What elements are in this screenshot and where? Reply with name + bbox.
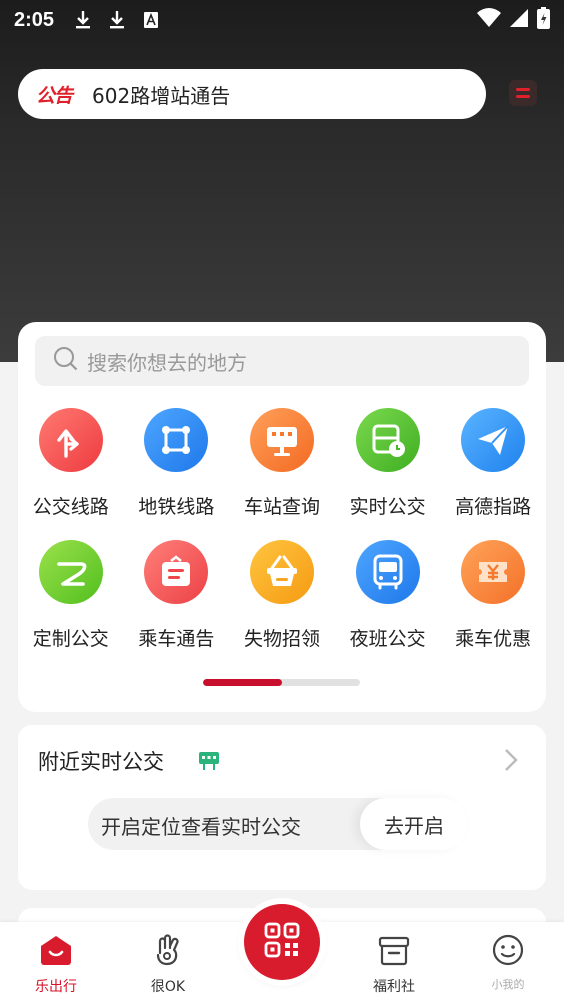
home-bag-icon [38, 932, 74, 968]
grid-label: 公交线路 [32, 496, 109, 518]
grid-item-station-query[interactable]: 车站查询 [229, 406, 335, 538]
service-grid: 公交线路 地铁线路 车站查询 实时公交 高德指路 定制公交 乘车通告 失物招领 … [18, 406, 546, 670]
grid-label: 定制公交 [32, 628, 109, 650]
notice-tag: 公告 [36, 84, 73, 107]
page-indicator-fill [203, 679, 282, 686]
page-indicator [203, 679, 360, 686]
grid-item-bus-route[interactable]: 公交线路 [18, 406, 124, 538]
grid-item-ride-discount[interactable]: 乘车优惠 [440, 538, 546, 670]
notice-text: 602路增站通告 [92, 83, 231, 108]
ok-hand-icon [150, 932, 186, 968]
tab-label: 小我的 [491, 978, 525, 991]
grid-item-ride-notice[interactable]: 乘车通告 [124, 538, 230, 670]
locate-prompt: 开启定位查看实时公交 去开启 [88, 798, 468, 850]
station-sign-icon [249, 408, 314, 472]
chevron-right-icon[interactable] [503, 747, 519, 777]
status-bar: 2:05 [0, 0, 564, 40]
smiley-face-icon [490, 932, 526, 968]
tab-ok[interactable]: 很OK [112, 922, 224, 1004]
search-input[interactable]: 搜索你想去的地方 [35, 336, 529, 386]
battery-icon [537, 7, 550, 33]
grid-label: 乘车通告 [138, 628, 215, 650]
grid-label: 乘车优惠 [455, 628, 532, 650]
tab-home[interactable]: 乐出行 [0, 922, 112, 1004]
grid-item-metro-route[interactable]: 地铁线路 [124, 406, 230, 538]
grid-item-amap-guide[interactable]: 高德指路 [440, 406, 546, 538]
font-icon [140, 9, 162, 31]
wifi-icon [477, 8, 501, 32]
coupon-icon [461, 540, 526, 604]
status-time: 2:05 [14, 8, 55, 31]
menu-icon[interactable] [509, 80, 537, 106]
download-icon [106, 9, 128, 31]
locate-prompt-text: 开启定位查看实时公交 [101, 815, 301, 839]
notice-board-icon [144, 540, 209, 604]
grid-item-custom-bus[interactable]: 定制公交 [18, 538, 124, 670]
grid-label: 实时公交 [349, 496, 426, 518]
gift-box-icon [376, 932, 412, 968]
qr-code-icon [263, 921, 301, 963]
grid-item-lost-found[interactable]: 失物招领 [229, 538, 335, 670]
services-card: 搜索你想去的地方 公交线路 地铁线路 车站查询 实时公交 高德指路 定制公交 乘… [18, 322, 546, 712]
bus-stop-sign-icon [198, 751, 220, 775]
nearby-realtime-card: 附近实时公交 开启定位查看实时公交 去开启 [18, 725, 546, 890]
search-icon [53, 346, 79, 376]
realtime-bus-icon [355, 408, 420, 472]
grid-label: 车站查询 [243, 496, 320, 518]
grid-label: 高德指路 [455, 496, 532, 518]
scan-qr-button[interactable] [244, 904, 320, 980]
paper-plane-icon [461, 408, 526, 472]
custom-bus-icon [38, 540, 103, 604]
hero-banner [0, 0, 564, 362]
grid-item-realtime-bus[interactable]: 实时公交 [335, 406, 441, 538]
nearby-title: 附近实时公交 [38, 750, 164, 774]
tab-label: 乐出行 [35, 979, 77, 995]
tab-welfare[interactable]: 福利社 [338, 922, 450, 1004]
tab-label: 福利社 [373, 979, 415, 995]
metro-icon [144, 408, 209, 472]
grid-label: 失物招领 [243, 628, 320, 650]
route-arrow-icon [38, 408, 103, 472]
download-icon [72, 9, 94, 31]
night-bus-icon [355, 540, 420, 604]
basket-icon [249, 540, 314, 604]
tab-label: 很OK [150, 979, 186, 995]
tab-mine[interactable]: 小我的 [452, 922, 564, 1004]
enable-location-button[interactable]: 去开启 [360, 798, 468, 850]
search-placeholder: 搜索你想去的地方 [87, 350, 247, 375]
grid-item-night-bus[interactable]: 夜班公交 [335, 538, 441, 670]
signal-icon [509, 8, 529, 32]
grid-label: 地铁线路 [138, 496, 215, 518]
grid-label: 夜班公交 [349, 628, 426, 650]
notice-bar[interactable]: 公告 602路增站通告 [18, 69, 486, 119]
